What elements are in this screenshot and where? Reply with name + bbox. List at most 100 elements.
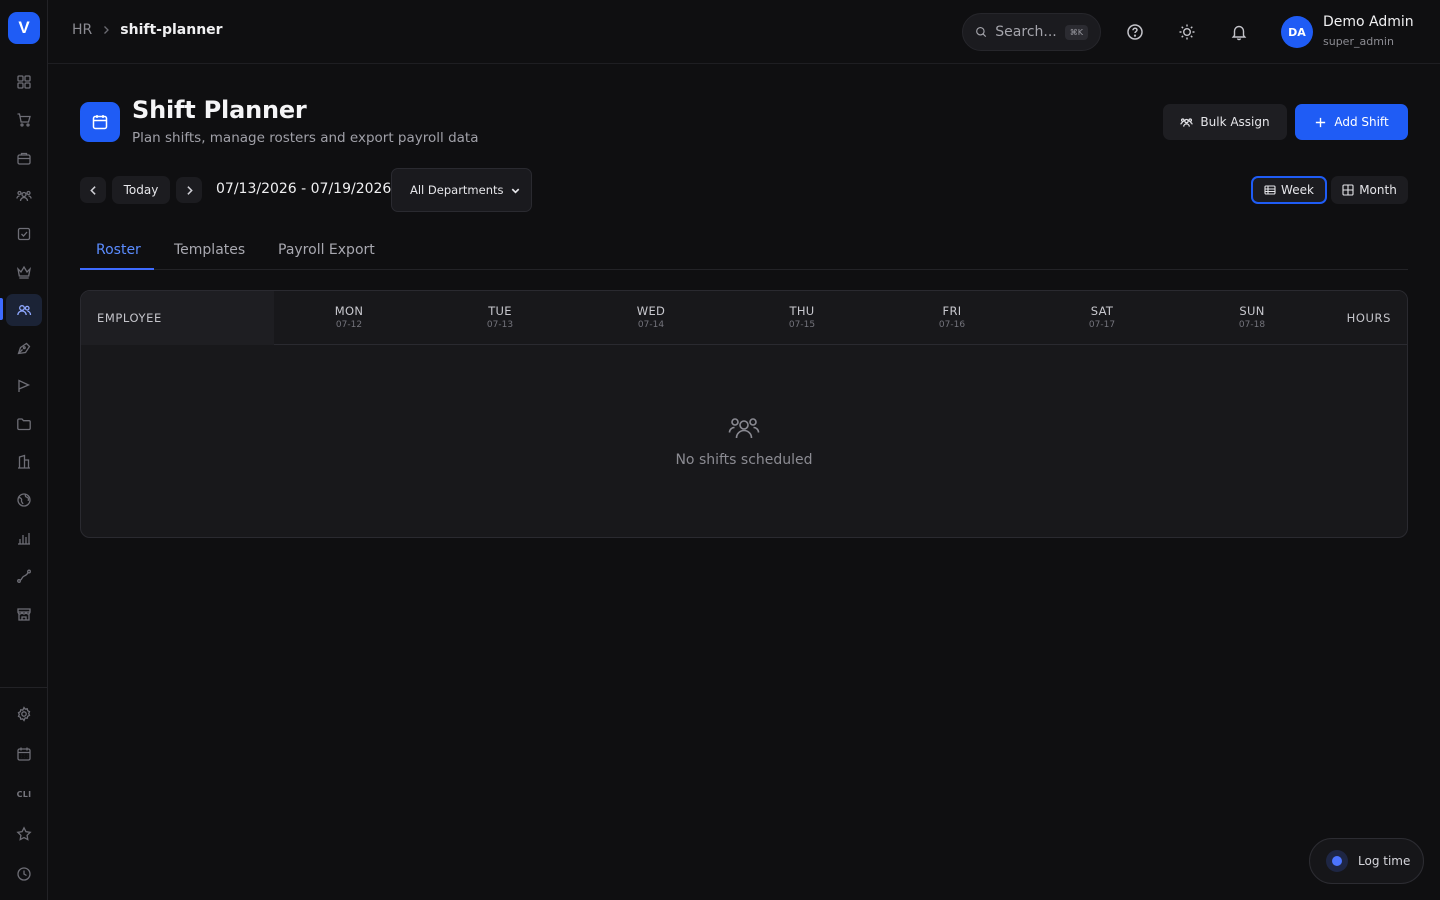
day-header-tue: TUE 07-13 bbox=[460, 304, 540, 330]
day-header-wed: WED 07-14 bbox=[611, 304, 691, 330]
prev-week-button[interactable] bbox=[80, 177, 106, 203]
day-date: 07-18 bbox=[1238, 320, 1266, 330]
search-placeholder: Search... bbox=[995, 24, 1057, 40]
log-time-label: Log time bbox=[1358, 854, 1411, 868]
tab-roster[interactable]: Roster bbox=[96, 242, 141, 258]
help-button[interactable] bbox=[1123, 20, 1147, 44]
today-button[interactable]: Today bbox=[112, 176, 170, 204]
day-name: SAT bbox=[1090, 304, 1114, 318]
day-header-sat: SAT 07-17 bbox=[1062, 304, 1142, 330]
breadcrumb-current: shift-planner bbox=[120, 22, 223, 38]
chevron-right-icon bbox=[186, 185, 193, 195]
chevron-left-icon bbox=[89, 185, 96, 195]
avatar[interactable]: DA bbox=[1281, 16, 1313, 48]
sidebar-item-store[interactable] bbox=[6, 598, 42, 630]
sidebar-item-reports[interactable] bbox=[6, 522, 42, 554]
roster-table: EMPLOYEE MON 07-12 TUE 07-13 WED 07-14 T… bbox=[80, 290, 1408, 538]
users-group-icon bbox=[16, 190, 32, 202]
day-date: 07-13 bbox=[486, 320, 514, 330]
sidebar-item-sales[interactable] bbox=[6, 104, 42, 136]
active-indicator bbox=[0, 298, 3, 320]
star-icon bbox=[16, 826, 32, 841]
users-icon bbox=[1180, 117, 1194, 127]
sidebar-item-crm[interactable] bbox=[6, 180, 42, 212]
sidebar-item-routes[interactable] bbox=[6, 560, 42, 592]
theme-toggle[interactable] bbox=[1175, 20, 1199, 44]
route-icon bbox=[17, 569, 31, 583]
sidebar: V CLI bbox=[0, 0, 48, 900]
day-date: 07-12 bbox=[335, 320, 363, 330]
day-name: MON bbox=[334, 304, 364, 318]
sidebar-item-history[interactable] bbox=[6, 858, 42, 890]
next-week-button[interactable] bbox=[176, 177, 202, 203]
store-icon bbox=[17, 608, 31, 621]
day-header-fri: FRI 07-16 bbox=[912, 304, 992, 330]
cart-icon bbox=[17, 113, 31, 127]
view-month-label: Month bbox=[1359, 183, 1397, 197]
sidebar-item-favorites[interactable] bbox=[6, 818, 42, 850]
view-month-button[interactable]: Month bbox=[1331, 176, 1408, 204]
hours-column-header: HOURS bbox=[1346, 311, 1391, 325]
sidebar-item-hr[interactable] bbox=[6, 294, 42, 326]
sidebar-item-files[interactable] bbox=[6, 408, 42, 440]
globe-icon bbox=[17, 493, 31, 507]
folder-icon bbox=[17, 418, 31, 431]
sidebar-item-settings[interactable] bbox=[6, 698, 42, 730]
briefcase-icon bbox=[17, 152, 31, 165]
tab-bar: Roster Templates Payroll Export bbox=[80, 230, 1408, 270]
checkbox-icon bbox=[17, 227, 31, 241]
day-header-thu: THU 07-15 bbox=[762, 304, 842, 330]
page-subtitle: Plan shifts, manage rosters and export p… bbox=[132, 130, 479, 146]
department-selected: All Departments bbox=[410, 183, 504, 197]
day-date: 07-17 bbox=[1088, 320, 1116, 330]
view-week-button[interactable]: Week bbox=[1251, 176, 1327, 204]
view-week-label: Week bbox=[1281, 183, 1314, 197]
grid-icon bbox=[17, 75, 31, 89]
day-date: 07-14 bbox=[637, 320, 665, 330]
sidebar-item-loyalty[interactable] bbox=[6, 256, 42, 288]
sun-icon bbox=[1179, 24, 1195, 40]
sidebar-item-campaigns[interactable] bbox=[6, 370, 42, 402]
bulk-assign-label: Bulk Assign bbox=[1200, 115, 1270, 129]
list-icon bbox=[1264, 185, 1276, 195]
user-name[interactable]: Demo Admin bbox=[1323, 14, 1414, 30]
sidebar-item-inventory[interactable] bbox=[6, 142, 42, 174]
day-name: SUN bbox=[1239, 304, 1265, 318]
sidebar-item-tasks[interactable] bbox=[6, 218, 42, 250]
add-shift-button[interactable]: Add Shift bbox=[1295, 104, 1408, 140]
empty-state-text: No shifts scheduled bbox=[675, 452, 813, 468]
chevron-right-icon bbox=[100, 24, 112, 36]
sidebar-item-cli[interactable]: CLI bbox=[6, 778, 42, 810]
notifications-button[interactable] bbox=[1227, 20, 1251, 44]
user-role: super_admin bbox=[1323, 35, 1394, 48]
search-shortcut: ⌘K bbox=[1064, 24, 1088, 40]
pen-nib-icon bbox=[17, 342, 31, 355]
clock-icon bbox=[17, 867, 31, 881]
search-button[interactable]: Search... ⌘K bbox=[962, 13, 1101, 51]
bulk-assign-button[interactable]: Bulk Assign bbox=[1163, 104, 1287, 140]
date-range: 07/13/2026 - 07/19/2026 bbox=[216, 181, 392, 197]
calendar-grid-icon bbox=[17, 747, 31, 761]
day-name: TUE bbox=[488, 304, 512, 318]
breadcrumb-root[interactable]: HR bbox=[72, 22, 92, 38]
calendar-icon bbox=[92, 115, 108, 130]
timer-icon bbox=[1326, 850, 1348, 872]
sidebar-item-dashboard[interactable] bbox=[6, 66, 42, 98]
department-select[interactable]: All Departments bbox=[391, 168, 532, 212]
day-header-sun: SUN 07-18 bbox=[1212, 304, 1292, 330]
page-title: Shift Planner bbox=[132, 96, 307, 124]
tab-templates[interactable]: Templates bbox=[174, 242, 245, 258]
bar-chart-icon bbox=[18, 533, 30, 545]
roster-header: EMPLOYEE MON 07-12 TUE 07-13 WED 07-14 T… bbox=[81, 291, 1407, 345]
day-name: FRI bbox=[942, 304, 962, 318]
sidebar-item-calendar[interactable] bbox=[6, 738, 42, 770]
sidebar-item-web[interactable] bbox=[6, 484, 42, 516]
app-logo[interactable]: V bbox=[8, 12, 40, 44]
log-time-button[interactable]: Log time bbox=[1309, 838, 1424, 884]
help-circle-icon bbox=[1127, 24, 1143, 40]
topbar: HR shift-planner Search... ⌘K DA Demo Ad… bbox=[48, 0, 1440, 64]
users-group-icon bbox=[728, 418, 760, 439]
tab-payroll-export[interactable]: Payroll Export bbox=[278, 242, 375, 258]
sidebar-item-company[interactable] bbox=[6, 446, 42, 478]
sidebar-item-design[interactable] bbox=[6, 332, 42, 364]
